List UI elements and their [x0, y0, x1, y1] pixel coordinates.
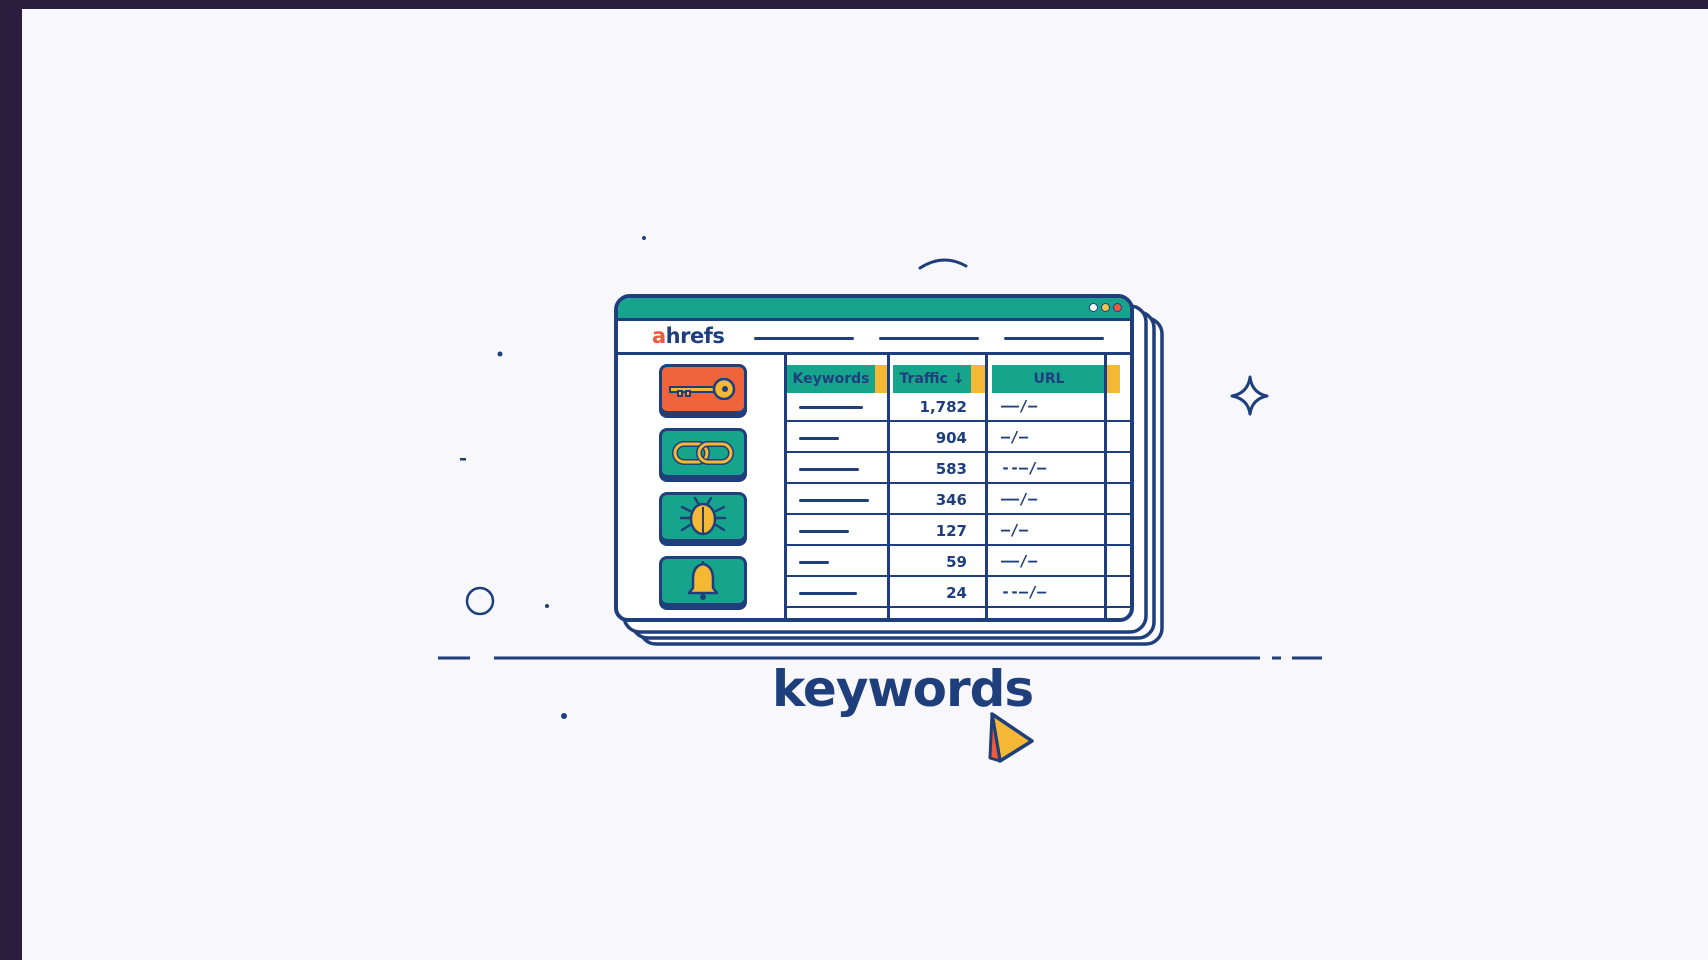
keyword-placeholder[interactable] [799, 468, 859, 471]
row-divider [787, 544, 1130, 546]
url-placeholder[interactable]: —/— [1001, 428, 1028, 446]
nav-placeholder-line[interactable] [754, 337, 854, 340]
traffic-value: 24 [946, 584, 967, 602]
url-placeholder[interactable]: --—/— [1001, 459, 1046, 477]
col-header-url[interactable]: URL [992, 365, 1106, 393]
row-divider [787, 606, 1130, 608]
row-divider [787, 420, 1130, 422]
row-divider [787, 513, 1130, 515]
url-placeholder[interactable]: --—/— [1001, 583, 1046, 601]
tool-site-audit-button[interactable] [659, 492, 747, 542]
traffic-value: 904 [935, 429, 967, 447]
tool-keywords-button[interactable] [659, 364, 747, 414]
keyword-placeholder[interactable] [799, 530, 849, 533]
link-icon [672, 441, 734, 465]
keywords-table: Keywords Traffic ↓ URL 1,782 ——/— 904 —/… [787, 355, 1130, 618]
column-divider [1104, 355, 1107, 618]
row-divider [787, 451, 1130, 453]
logo-letter: a [652, 324, 666, 348]
nav-placeholder-line[interactable] [1004, 337, 1104, 340]
window-titlebar [618, 298, 1130, 321]
tool-backlinks-button[interactable] [659, 428, 747, 478]
window-dot-icon[interactable] [1113, 303, 1122, 312]
url-placeholder[interactable]: ——/— [1001, 397, 1037, 415]
window-dot-icon[interactable] [1101, 303, 1110, 312]
nav-placeholder-line[interactable] [879, 337, 979, 340]
key-icon [669, 378, 736, 400]
col-header-traffic[interactable]: Traffic ↓ [893, 365, 971, 393]
traffic-value: 127 [935, 522, 967, 540]
keyword-placeholder[interactable] [799, 592, 857, 595]
window-controls [1089, 303, 1122, 312]
traffic-value: 59 [946, 553, 967, 571]
url-placeholder[interactable]: ——/— [1001, 552, 1037, 570]
url-placeholder[interactable]: —/— [1001, 521, 1028, 539]
window-dot-icon[interactable] [1089, 303, 1098, 312]
tool-alerts-button[interactable] [659, 556, 747, 606]
row-divider [787, 482, 1130, 484]
column-divider [985, 355, 988, 618]
bell-icon [687, 561, 719, 600]
bug-icon [679, 497, 727, 536]
col-header-keywords[interactable]: Keywords [787, 365, 875, 393]
column-divider [887, 355, 890, 618]
ahrefs-logo[interactable]: ahrefs [652, 324, 725, 348]
traffic-value: 583 [935, 460, 967, 478]
url-placeholder[interactable]: ——/— [1001, 490, 1037, 508]
traffic-value: 1,782 [919, 398, 967, 416]
keyword-placeholder[interactable] [799, 437, 839, 440]
keyword-placeholder[interactable] [799, 499, 869, 502]
col-header-flag [971, 365, 985, 393]
caption-title: keywords [772, 660, 1034, 718]
traffic-value: 346 [935, 491, 967, 509]
keyword-placeholder[interactable] [799, 561, 829, 564]
keyword-placeholder[interactable] [799, 406, 863, 409]
app-window: ahrefs Keywords Traffic ↓ URL 1,782 ——/—… [614, 294, 1134, 622]
col-header-flag [1106, 365, 1120, 393]
logo-text: hrefs [665, 324, 725, 348]
row-divider [787, 575, 1130, 577]
cursor-icon [988, 712, 1034, 763]
